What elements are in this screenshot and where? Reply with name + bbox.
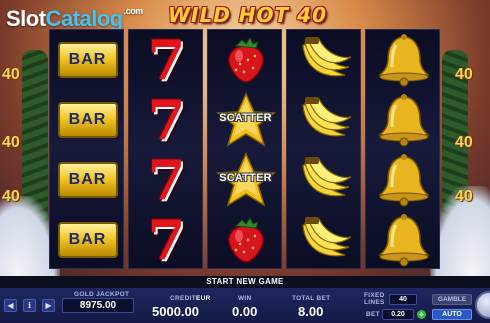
bar-label: BAR	[68, 51, 107, 68]
bet-label: BET	[366, 311, 380, 318]
payline-number-right-3: 40	[455, 188, 473, 205]
seven-glyph: 7	[147, 88, 186, 152]
bet-plus-button[interactable]: +	[417, 310, 426, 319]
start-new-game-message: START NEW GAME	[206, 277, 284, 286]
seven-glyph: 7	[147, 28, 186, 92]
bar-label: BAR	[68, 111, 107, 128]
banana-icon	[287, 90, 362, 150]
bell-icon	[366, 90, 441, 150]
symbol-scatter: SCATTER	[208, 150, 283, 210]
bell-icon	[366, 150, 441, 210]
reel-3: SCATTER SCATTER	[207, 29, 282, 269]
symbol-seven: 7	[129, 210, 204, 270]
game-title-logo: WILD HOT 40	[168, 3, 327, 27]
fixed-lines-label-2: LINES	[364, 299, 385, 306]
bet-value: 0.20	[382, 309, 414, 320]
total-bet-label: TOTAL BET	[292, 295, 331, 302]
symbol-scatter: SCATTER	[208, 90, 283, 150]
symbol-bar: BAR	[50, 90, 125, 150]
scatter-label: SCATTER	[219, 172, 272, 184]
strawberry-icon	[208, 30, 283, 90]
payline-number-left-1: 40	[2, 66, 20, 83]
bar-label: BAR	[68, 231, 107, 248]
symbol-bar: BAR	[50, 30, 125, 90]
banana-icon	[287, 150, 362, 210]
gold-jackpot-label: GOLD JACKPOT	[74, 291, 130, 298]
symbol-seven: 7	[129, 30, 204, 90]
scatter-label: SCATTER	[219, 112, 272, 124]
total-bet-value: 8.00	[298, 304, 324, 319]
auto-button[interactable]: AUTO	[432, 309, 472, 320]
symbol-bar: BAR	[50, 210, 125, 270]
gold-jackpot-value: 8975.00	[62, 298, 134, 313]
reel-area: BAR BAR BAR BAR 7 7 7 7 SCATTER SCATTER	[49, 29, 441, 269]
gamble-button[interactable]: GAMBLE	[432, 294, 472, 305]
payline-number-right-2: 40	[455, 134, 473, 151]
info-button[interactable]: ℹ	[23, 299, 36, 312]
symbol-seven: 7	[129, 150, 204, 210]
reel-1: BAR BAR BAR BAR	[49, 29, 124, 269]
credit-currency: EUR	[196, 295, 211, 302]
fixed-lines-value: 40	[389, 294, 417, 305]
payline-number-left-3: 40	[2, 188, 20, 205]
fixed-lines-label-1: FIXED	[364, 292, 385, 299]
win-label: WIN	[238, 295, 252, 302]
seven-glyph: 7	[147, 208, 186, 272]
credit-value: 5000.00	[152, 304, 199, 319]
logo-suffix-text: .com	[123, 6, 144, 16]
banana-icon	[287, 30, 362, 90]
reel-2: 7 7 7 7	[128, 29, 203, 269]
reel-4	[286, 29, 361, 269]
bell-icon	[366, 30, 441, 90]
next-arrow-button[interactable]: ▶	[42, 299, 55, 312]
payline-number-left-2: 40	[2, 134, 20, 151]
logo-main-text: Slot	[6, 6, 46, 31]
symbol-seven: 7	[129, 90, 204, 150]
prev-arrow-button[interactable]: ◀	[4, 299, 17, 312]
banana-icon	[287, 210, 362, 270]
strawberry-icon	[208, 210, 283, 270]
logo-accent-text: Catalog	[45, 6, 124, 31]
symbol-bar: BAR	[50, 150, 125, 210]
seven-glyph: 7	[147, 148, 186, 212]
bell-icon	[366, 210, 441, 270]
credit-label: CREDIT	[170, 295, 196, 302]
reel-5	[365, 29, 440, 269]
payline-number-right-1: 40	[455, 66, 473, 83]
win-value: 0.00	[232, 304, 258, 319]
bar-label: BAR	[68, 171, 107, 188]
